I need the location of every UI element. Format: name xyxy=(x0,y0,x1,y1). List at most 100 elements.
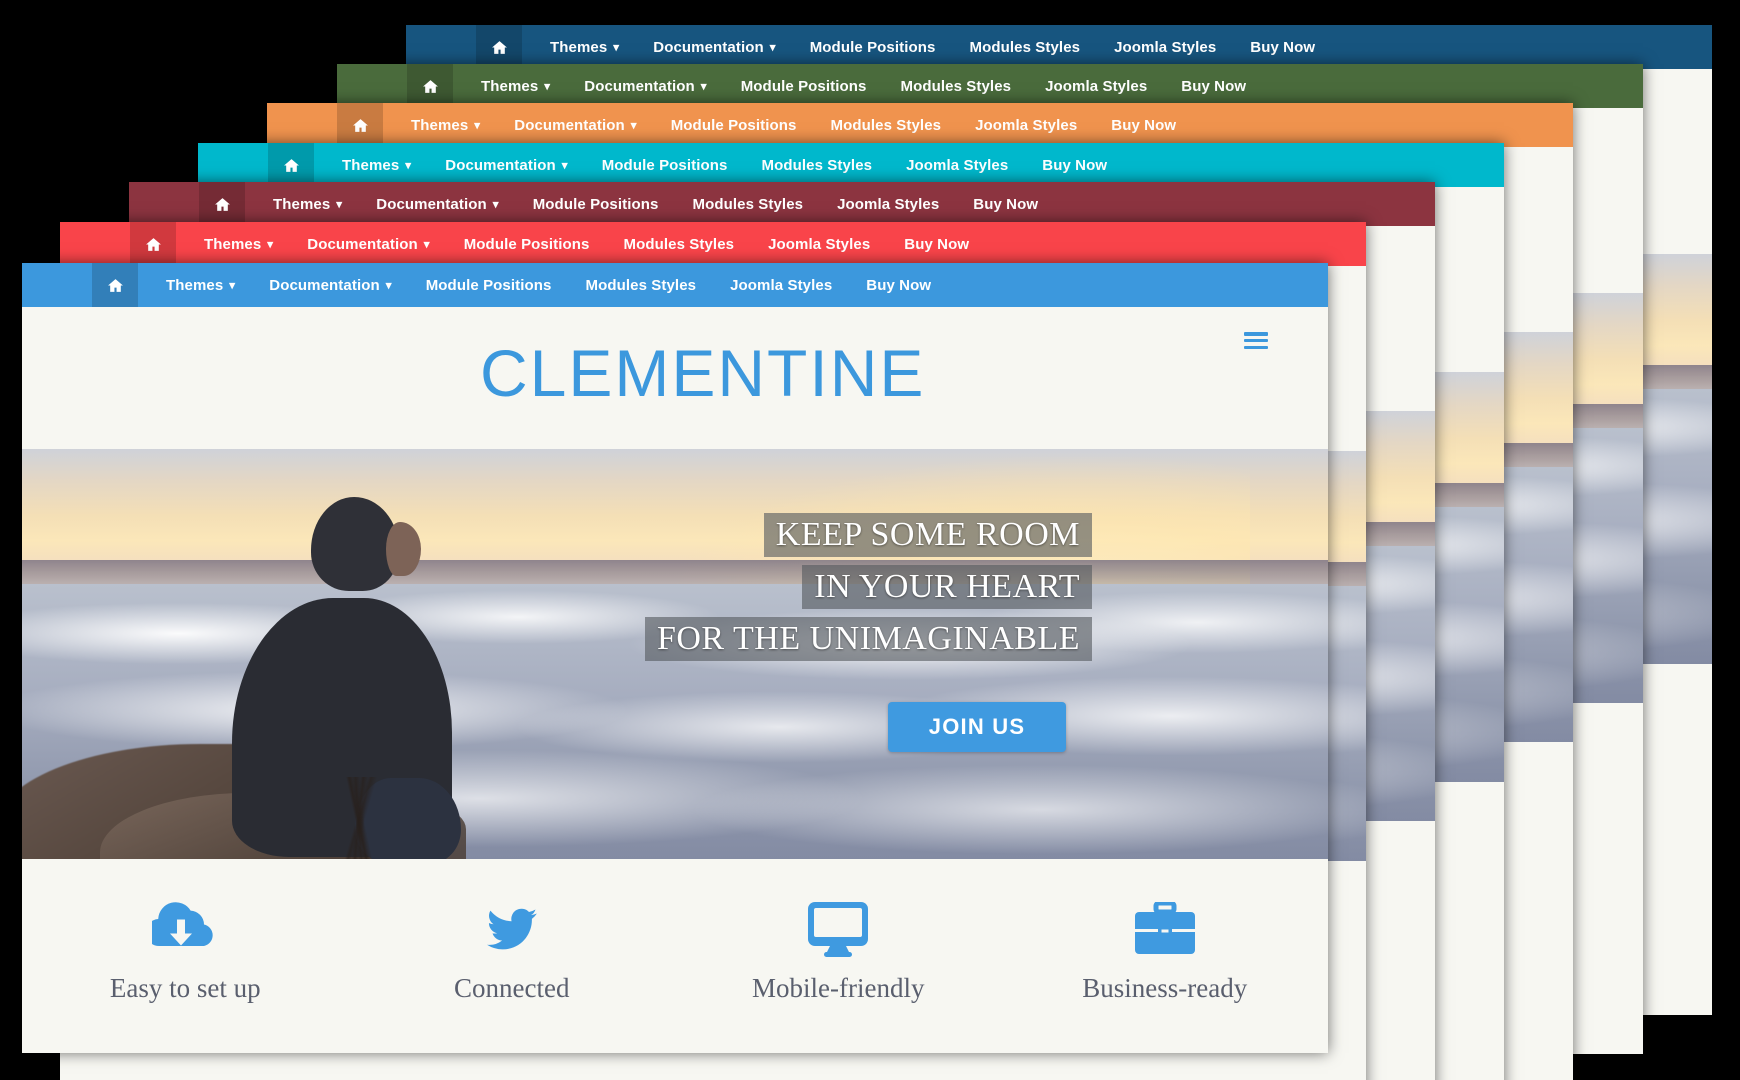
nav-item-joomla-styles[interactable]: Joomla Styles xyxy=(837,196,939,213)
briefcase-icon xyxy=(1133,897,1197,961)
navbar-left-spacer xyxy=(60,222,130,266)
nav-label: Themes xyxy=(204,235,262,253)
chevron-down-icon: ▾ xyxy=(769,41,776,55)
nav-item-documentation[interactable]: Documentation ▾ xyxy=(514,117,636,134)
nav-label: Themes xyxy=(342,156,400,174)
nav-item-module-positions[interactable]: Module Positions xyxy=(426,277,552,294)
nav-label: Themes xyxy=(411,116,469,134)
desktop-monitor-icon xyxy=(806,897,870,961)
feature-label: Mobile-friendly xyxy=(752,973,925,1003)
nav-item-joomla-styles[interactable]: Joomla Styles xyxy=(1045,78,1147,95)
nav-item-documentation[interactable]: Documentation ▾ xyxy=(307,236,429,253)
nav-item-buy-now[interactable]: Buy Now xyxy=(904,236,969,253)
nav-item-themes[interactable]: Themes ▾ xyxy=(273,196,342,213)
feature-business-ready[interactable]: Business-ready xyxy=(1002,897,1329,1053)
feature-easy-to-set-up[interactable]: Easy to set up xyxy=(22,897,349,1053)
nav-item-themes[interactable]: Themes ▾ xyxy=(481,78,550,95)
nav-item-joomla-styles[interactable]: Joomla Styles xyxy=(1114,39,1216,56)
home-button[interactable] xyxy=(337,103,383,147)
nav-item-module-positions[interactable]: Module Positions xyxy=(741,78,867,95)
home-icon xyxy=(422,79,438,93)
site-header: CLEMENTINE xyxy=(22,307,1328,449)
nav-item-documentation[interactable]: Documentation ▾ xyxy=(269,277,391,294)
nav-item-module-positions[interactable]: Module Positions xyxy=(602,157,728,174)
navbar-dark-red: Themes ▾ Documentation ▾ Module Positions … xyxy=(129,182,1435,226)
home-button[interactable] xyxy=(407,64,453,108)
hero-line-1: KEEP SOME ROOM xyxy=(763,513,1092,557)
theme-card-blue-front[interactable]: Themes ▾ Documentation ▾ Module Positions … xyxy=(22,263,1328,1053)
nav-item-themes[interactable]: Themes ▾ xyxy=(342,157,411,174)
hero-headline: KEEP SOME ROOM IN YOUR HEART FOR THE UNI… xyxy=(644,513,1092,661)
navbar-menu: Themes ▾ Documentation ▾ Module Positions … xyxy=(138,263,1328,307)
nav-item-module-positions[interactable]: Module Positions xyxy=(533,196,659,213)
feature-label: Connected xyxy=(454,973,570,1003)
nav-label: Documentation xyxy=(653,38,764,56)
hamburger-bar xyxy=(1244,338,1268,343)
nav-item-modules-styles[interactable]: Modules Styles xyxy=(830,117,941,134)
nav-item-modules-styles[interactable]: Modules Styles xyxy=(692,196,803,213)
nav-item-modules-styles[interactable]: Modules Styles xyxy=(623,236,734,253)
nav-item-modules-styles[interactable]: Modules Styles xyxy=(585,277,696,294)
home-button[interactable] xyxy=(130,222,176,266)
nav-item-buy-now[interactable]: Buy Now xyxy=(1111,117,1176,134)
nav-item-modules-styles[interactable]: Modules Styles xyxy=(761,157,872,174)
nav-item-buy-now[interactable]: Buy Now xyxy=(973,196,1038,213)
home-button[interactable] xyxy=(92,263,138,307)
nav-item-documentation[interactable]: Documentation ▾ xyxy=(445,157,567,174)
navbar-green: Themes ▾ Documentation ▾ Module Positions … xyxy=(337,64,1643,108)
home-icon xyxy=(214,197,230,211)
join-us-button[interactable]: JOIN US xyxy=(888,702,1066,752)
chevron-down-icon: ▾ xyxy=(267,238,274,252)
nav-item-documentation[interactable]: Documentation ▾ xyxy=(376,196,498,213)
nav-item-buy-now[interactable]: Buy Now xyxy=(866,277,931,294)
nav-item-buy-now[interactable]: Buy Now xyxy=(1181,78,1246,95)
navbar-left-spacer xyxy=(406,25,476,69)
nav-label: Themes xyxy=(166,276,224,294)
nav-label: Documentation xyxy=(307,235,418,253)
screenshot-stage: Themes ▾ Documentation ▾ Module Positions … xyxy=(0,0,1740,1080)
home-button[interactable] xyxy=(476,25,522,69)
navbar-orange: Themes ▾ Documentation ▾ Module Positions … xyxy=(267,103,1573,147)
navbar-left-spacer xyxy=(198,143,268,187)
navbar-menu: Themes ▾ Documentation ▾ Module Positions … xyxy=(453,64,1643,108)
nav-item-joomla-styles[interactable]: Joomla Styles xyxy=(906,157,1008,174)
home-button[interactable] xyxy=(199,182,245,226)
chevron-down-icon: ▾ xyxy=(474,119,481,133)
navbar-dark-blue: Themes ▾ Documentation ▾ Module Positions … xyxy=(406,25,1712,69)
chevron-down-icon: ▾ xyxy=(630,119,637,133)
feature-connected[interactable]: Connected xyxy=(349,897,676,1053)
nav-item-themes[interactable]: Themes ▾ xyxy=(204,236,273,253)
nav-item-buy-now[interactable]: Buy Now xyxy=(1250,39,1315,56)
nav-label: Documentation xyxy=(584,77,695,95)
nav-item-joomla-styles[interactable]: Joomla Styles xyxy=(730,277,832,294)
nav-item-modules-styles[interactable]: Modules Styles xyxy=(969,39,1080,56)
chevron-down-icon: ▾ xyxy=(405,159,412,173)
chevron-down-icon: ▾ xyxy=(385,279,392,293)
nav-item-documentation[interactable]: Documentation ▾ xyxy=(584,78,706,95)
nav-item-module-positions[interactable]: Module Positions xyxy=(464,236,590,253)
nav-item-module-positions[interactable]: Module Positions xyxy=(671,117,797,134)
hamburger-icon[interactable] xyxy=(1244,332,1268,349)
nav-item-themes[interactable]: Themes ▾ xyxy=(550,39,619,56)
chevron-down-icon: ▾ xyxy=(336,198,343,212)
chevron-down-icon: ▾ xyxy=(492,198,499,212)
site-logo[interactable]: CLEMENTINE xyxy=(480,335,925,411)
nav-item-documentation[interactable]: Documentation ▾ xyxy=(653,39,775,56)
nav-item-joomla-styles[interactable]: Joomla Styles xyxy=(975,117,1077,134)
nav-item-module-positions[interactable]: Module Positions xyxy=(810,39,936,56)
hamburger-bar xyxy=(1244,332,1268,336)
home-icon xyxy=(145,237,161,251)
feature-mobile-friendly[interactable]: Mobile-friendly xyxy=(675,897,1002,1053)
nav-item-themes[interactable]: Themes ▾ xyxy=(411,117,480,134)
hero-line-2: IN YOUR HEART xyxy=(802,565,1092,609)
navbar-left-spacer xyxy=(129,182,199,226)
cloud-download-icon xyxy=(152,897,218,961)
home-button[interactable] xyxy=(268,143,314,187)
chevron-down-icon: ▾ xyxy=(613,41,620,55)
hamburger-bar xyxy=(1244,345,1268,349)
nav-item-joomla-styles[interactable]: Joomla Styles xyxy=(768,236,870,253)
nav-item-themes[interactable]: Themes ▾ xyxy=(166,277,235,294)
home-icon xyxy=(107,278,123,292)
nav-item-modules-styles[interactable]: Modules Styles xyxy=(900,78,1011,95)
nav-item-buy-now[interactable]: Buy Now xyxy=(1042,157,1107,174)
